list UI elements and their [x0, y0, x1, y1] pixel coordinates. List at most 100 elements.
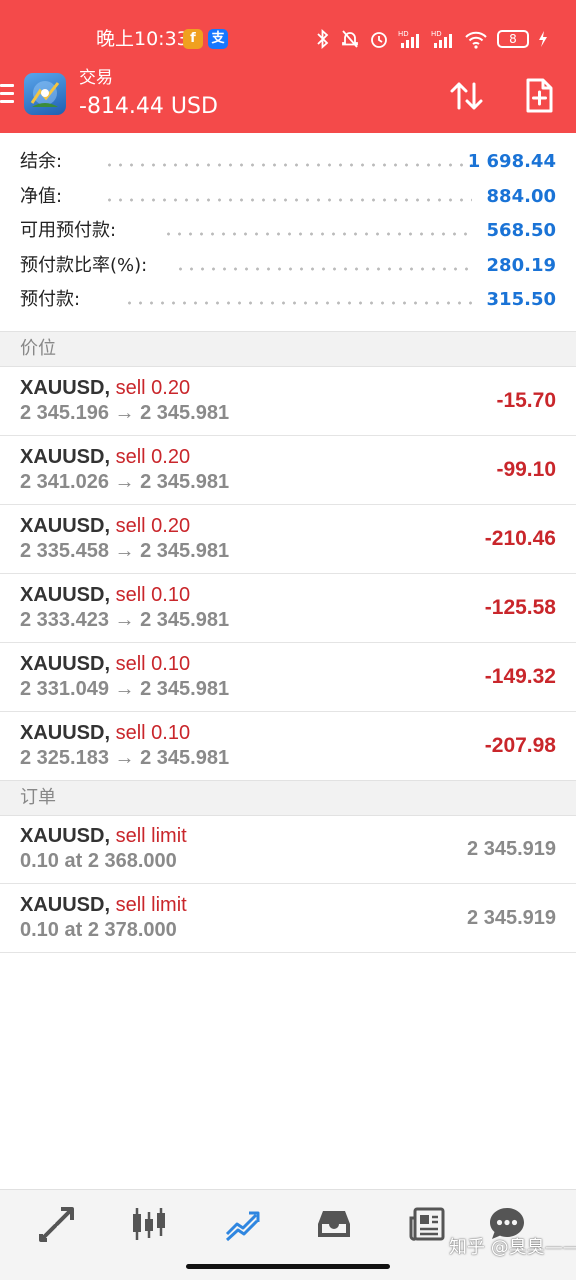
sort-button[interactable] — [447, 76, 487, 116]
alarm-icon — [371, 32, 387, 48]
position-profit: -99.10 — [496, 458, 556, 481]
summary-row-margin: 预付款: 315.50 — [0, 283, 576, 318]
home-indicator[interactable] — [186, 1264, 390, 1269]
quotes-arrows-icon — [39, 1207, 74, 1242]
positions-section-header: 价位 — [0, 331, 576, 367]
header-balance: -814.44 USD — [79, 94, 218, 119]
order-details: 0.10 at 2 378.000 — [20, 919, 177, 941]
summary-row-free-margin: 可用预付款: 568.50 — [0, 214, 576, 249]
page-title: 交易 — [79, 68, 113, 88]
order-symbol: XAUUSD, — [20, 894, 111, 916]
summary-row-equity: 净值: 884.00 — [0, 180, 576, 215]
position-profit: -125.58 — [484, 596, 556, 619]
order-row[interactable]: XAUUSD, sell limit 0.10 at 2 378.000 2 3… — [0, 884, 576, 953]
watermark: 知乎 @臭臭—— — [449, 1237, 576, 1258]
order-current-price: 2 345.919 — [467, 907, 556, 929]
position-row[interactable]: XAUUSD, sell 0.20 2 341.026 → 2 345.981 … — [0, 436, 576, 505]
news-icon — [409, 1207, 445, 1241]
summary-row-balance: 结余: 1 698.44 — [0, 145, 576, 180]
summary-label: 可用预付款: — [20, 220, 117, 241]
position-row[interactable]: XAUUSD, sell 0.20 2 345.196 → 2 345.981 … — [0, 367, 576, 436]
summary-value: 568.50 — [486, 220, 556, 241]
inbox-history-icon — [318, 1211, 350, 1237]
summary-value: 1 698.44 — [467, 151, 556, 172]
position-row[interactable]: XAUUSD, sell 0.10 2 333.423 → 2 345.981 … — [0, 574, 576, 643]
order-type: sell limit — [115, 894, 187, 916]
metatrader-logo-icon — [24, 73, 66, 115]
nav-news[interactable] — [405, 1202, 449, 1246]
position-prices: 2 341.026 → 2 345.981 — [20, 471, 230, 493]
charging-icon — [539, 31, 547, 47]
nav-chart[interactable] — [127, 1202, 171, 1246]
summary-value: 884.00 — [486, 185, 556, 207]
position-prices: 2 333.423 → 2 345.981 — [20, 609, 230, 631]
bluetooth-icon — [317, 29, 329, 49]
leader-dots — [124, 301, 472, 305]
summary-row-margin-level: 预付款比率(%): 280.19 — [0, 249, 576, 284]
position-symbol: XAUUSD, — [20, 653, 111, 675]
position-prices: 2 335.458 → 2 345.981 — [20, 540, 230, 562]
position-type: sell 0.20 — [115, 515, 191, 537]
summary-label: 净值: — [20, 185, 63, 207]
signal-hd-icon: HD — [398, 30, 419, 48]
summary-value: 315.50 — [486, 289, 556, 310]
position-type: sell 0.10 — [115, 653, 191, 675]
app-badge-alipay: 支 — [208, 29, 228, 49]
signal-hd-icon-2: HD — [431, 30, 452, 48]
position-row[interactable]: XAUUSD, sell 0.20 2 335.458 → 2 345.981 … — [0, 505, 576, 574]
svg-text:HD: HD — [431, 30, 442, 38]
position-row[interactable]: XAUUSD, sell 0.10 2 325.183 → 2 345.981 … — [0, 712, 576, 781]
position-symbol: XAUUSD, — [20, 377, 111, 399]
position-type: sell 0.10 — [115, 722, 191, 744]
app-badge-f: f — [183, 29, 203, 49]
order-symbol: XAUUSD, — [20, 825, 111, 847]
position-profit: -15.70 — [496, 389, 556, 412]
position-row[interactable]: XAUUSD, sell 0.10 2 331.049 → 2 345.981 … — [0, 643, 576, 712]
leader-dots — [104, 163, 472, 167]
trade-trend-icon — [225, 1211, 260, 1242]
position-prices: 2 325.183 → 2 345.981 — [20, 747, 230, 769]
nav-quotes[interactable] — [35, 1202, 79, 1246]
position-symbol: XAUUSD, — [20, 446, 111, 468]
position-symbol: XAUUSD, — [20, 722, 111, 744]
position-symbol: XAUUSD, — [20, 515, 111, 537]
order-current-price: 2 345.919 — [467, 838, 556, 860]
position-prices: 2 331.049 → 2 345.981 — [20, 678, 230, 700]
nav-history[interactable] — [312, 1202, 356, 1246]
leader-dots — [104, 197, 472, 202]
status-bar: 晚上10:33 f 支 HD HD 8 — [0, 0, 576, 66]
candlestick-icon — [133, 1208, 165, 1240]
order-row[interactable]: XAUUSD, sell limit 0.10 at 2 368.000 2 3… — [0, 815, 576, 884]
position-type: sell 0.20 — [115, 446, 191, 468]
summary-label: 预付款比率(%): — [20, 254, 148, 276]
sort-icon — [450, 82, 483, 110]
summary-value: 280.19 — [486, 254, 556, 276]
position-type: sell 0.20 — [115, 377, 191, 399]
position-profit: -149.32 — [484, 665, 556, 688]
orders-section-header: 订单 — [0, 780, 576, 816]
wifi-icon — [465, 31, 487, 49]
nav-trade[interactable] — [220, 1202, 264, 1246]
mute-bell-icon — [342, 30, 358, 48]
svg-text:HD: HD — [398, 30, 409, 38]
section-title: 价位 — [20, 338, 56, 359]
leader-dots — [163, 232, 472, 236]
position-prices: 2 345.196 → 2 345.981 — [20, 402, 230, 424]
leader-dots — [175, 266, 472, 271]
battery-icon: 8 — [497, 30, 529, 48]
summary-label: 结余: — [20, 151, 63, 172]
status-icons: HD HD 8 — [315, 26, 548, 52]
menu-button[interactable] — [0, 84, 16, 106]
position-profit: -210.46 — [484, 527, 556, 550]
position-type: sell 0.10 — [115, 584, 191, 606]
summary-label: 预付款: — [20, 289, 81, 310]
position-symbol: XAUUSD, — [20, 584, 111, 606]
order-details: 0.10 at 2 368.000 — [20, 850, 177, 872]
section-title: 订单 — [20, 787, 56, 808]
header-bar: 晚上10:33 f 支 HD HD 8 交易 -814.44 USD — [0, 0, 576, 133]
new-order-icon — [526, 78, 553, 113]
order-type: sell limit — [115, 825, 187, 847]
new-order-button[interactable] — [519, 76, 559, 116]
position-profit: -207.98 — [484, 734, 556, 757]
status-time: 晚上10:33 — [96, 28, 189, 50]
